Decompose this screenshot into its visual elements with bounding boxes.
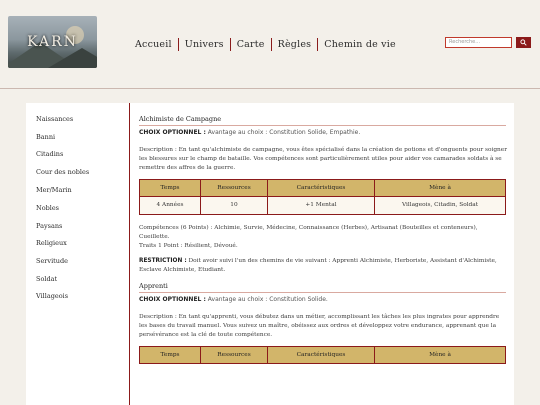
main-content: Alchimiste de Campagne CHOIX OPTIONNEL :… xyxy=(130,103,514,405)
description: Description : En tant qu'alchimiste de c… xyxy=(139,147,507,171)
nav-regles[interactable]: Règles xyxy=(272,39,318,50)
table-cell: 4 Années xyxy=(139,196,201,215)
table-header: Temps xyxy=(139,346,201,364)
sidebar-item-nobles[interactable]: Nobles xyxy=(36,204,59,212)
restriction-label: RESTRICTION : xyxy=(139,258,187,264)
search-icon xyxy=(520,39,527,46)
table-header: Temps xyxy=(139,179,201,197)
table-cell: Villageois, Citadin, Soldat xyxy=(374,196,506,215)
sidebar-item-citadins[interactable]: Citadins xyxy=(36,150,63,158)
site-header: KARN Accueil Univers Carte Règles Chemin… xyxy=(0,0,540,89)
sidebar-item-cour-des-nobles[interactable]: Cour des nobles xyxy=(36,168,89,176)
restriction-text: Doit avoir suivi l'un des chemins de vie… xyxy=(139,258,497,273)
table-header: Caractéristiques xyxy=(267,179,375,197)
section-divider xyxy=(139,125,506,126)
logo-text: KARN xyxy=(27,34,78,50)
nav-accueil[interactable]: Accueil xyxy=(129,39,178,50)
content-column: Alchimiste de Campagne CHOIX OPTIONNEL :… xyxy=(139,115,507,364)
optional-choice-text: Avantage au choix : Constitution Solide. xyxy=(207,296,328,303)
restriction: RESTRICTION : Doit avoir suivi l'un des … xyxy=(139,257,507,275)
table-cell: 10 xyxy=(200,196,268,215)
sidebar-item-naissances[interactable]: Naissances xyxy=(36,115,73,123)
main-nav: Accueil Univers Carte Règles Chemin de v… xyxy=(129,37,402,51)
table-header: Ressources xyxy=(200,179,268,197)
logo-mountain-2 xyxy=(48,48,97,68)
section-title: Apprenti xyxy=(139,282,168,290)
stats-table: Temps Ressources Caractéristiques Mène à xyxy=(139,346,506,364)
nav-univers[interactable]: Univers xyxy=(179,39,230,50)
search-button[interactable] xyxy=(516,37,531,48)
table-cell: +1 Mental xyxy=(267,196,375,215)
sidebar-item-religieux[interactable]: Religieux xyxy=(36,239,67,247)
competences: Compétences (6 Points) : Alchimie, Survi… xyxy=(139,225,478,240)
site-logo[interactable]: KARN xyxy=(8,16,97,68)
sidebar-item-servitude[interactable]: Servitude xyxy=(36,257,68,265)
optional-choice-label: CHOIX OPTIONNEL : xyxy=(139,296,206,303)
table-header: Caractéristiques xyxy=(267,346,375,364)
optional-choice-label: CHOIX OPTIONNEL : xyxy=(139,129,206,136)
traits: Traits 1 Point : Résilient, Dévoué. xyxy=(139,243,238,249)
description: Description : En tant qu'apprenti, vous … xyxy=(139,314,500,338)
optional-choice: CHOIX OPTIONNEL : Avantage au choix : Co… xyxy=(139,295,507,304)
section-divider xyxy=(139,292,506,293)
search-input[interactable]: Recherche... xyxy=(445,37,512,48)
sidebar-item-banni[interactable]: Banni xyxy=(36,133,55,141)
nav-carte[interactable]: Carte xyxy=(231,39,271,50)
optional-choice: CHOIX OPTIONNEL : Avantage au choix : Co… xyxy=(139,128,507,137)
sidebar-item-soldat[interactable]: Soldat xyxy=(36,275,57,283)
sidebar-item-paysans[interactable]: Paysans xyxy=(36,222,62,230)
optional-choice-text: Avantage au choix : Constitution Solide,… xyxy=(207,129,361,136)
section-title: Alchimiste de Campagne xyxy=(139,115,222,123)
nav-chemin-de-vie[interactable]: Chemin de vie xyxy=(318,39,402,50)
table-row: 4 Années 10 +1 Mental Villageois, Citadi… xyxy=(139,196,506,215)
sidebar-item-mer-marin[interactable]: Mer/Marin xyxy=(36,186,72,194)
table-header-row: Temps Ressources Caractéristiques Mène à xyxy=(139,179,506,197)
sidebar: Naissances Banni Citadins Cour des noble… xyxy=(26,103,130,405)
table-header: Mène à xyxy=(374,179,506,197)
stats-table: Temps Ressources Caractéristiques Mène à… xyxy=(139,179,506,215)
table-header: Mène à xyxy=(374,346,506,364)
table-header-row: Temps Ressources Caractéristiques Mène à xyxy=(139,346,506,364)
sidebar-item-villageois[interactable]: Villageois xyxy=(36,292,68,300)
table-header: Ressources xyxy=(200,346,268,364)
